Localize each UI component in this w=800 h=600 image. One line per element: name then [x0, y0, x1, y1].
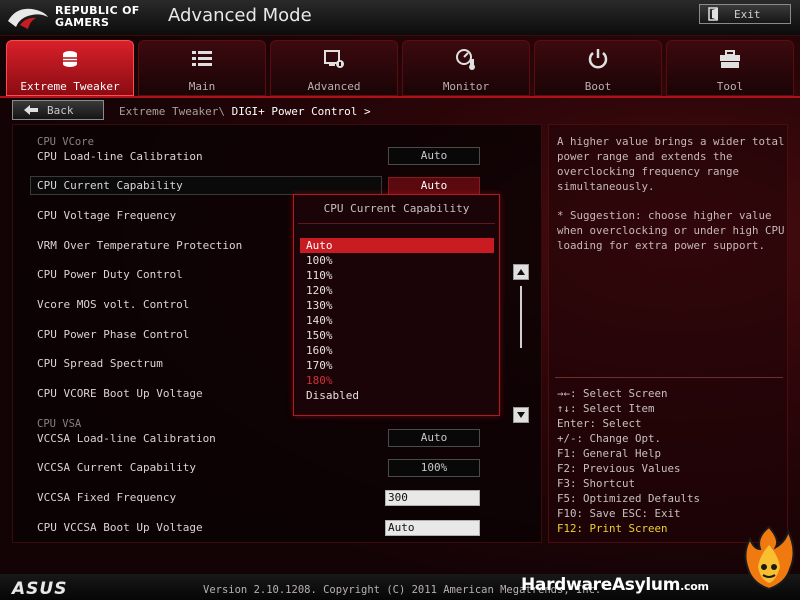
- popup-option[interactable]: 110%: [300, 268, 494, 283]
- key-legend: →←: Select Screen ↑↓: Select Item Enter:…: [557, 386, 700, 536]
- tab-advanced[interactable]: Advanced: [270, 40, 398, 96]
- key-hint: F1: General Help: [557, 447, 662, 460]
- help-line: overclocking frequency range: [557, 165, 740, 178]
- back-label: Back: [47, 104, 74, 117]
- tab-label: Monitor: [442, 80, 490, 93]
- breadcrumb-parent[interactable]: Extreme Tweaker\: [119, 105, 232, 118]
- popup-option[interactable]: 150%: [300, 328, 494, 343]
- help-line: simultaneously.: [557, 180, 655, 193]
- tab-main[interactable]: Main: [138, 40, 266, 96]
- popup-option[interactable]: 100%: [300, 253, 494, 268]
- setting-cpu-voltage-frequency[interactable]: CPU Voltage Frequency: [37, 209, 176, 222]
- mode-title: Advanced Mode: [168, 5, 312, 26]
- tab-label: Boot: [584, 80, 612, 93]
- tab-extreme-tweaker[interactable]: Extreme Tweaker: [6, 40, 134, 96]
- tab-underline: [0, 96, 800, 98]
- watermark: HardwareAsylum.com: [521, 575, 709, 595]
- setting-cpu-vcore-boot-up-voltage[interactable]: CPU VCORE Boot Up Voltage: [37, 387, 203, 400]
- tab-label: Tool: [716, 80, 744, 93]
- popup-option[interactable]: Auto: [300, 238, 494, 253]
- popup-divider: [298, 223, 495, 224]
- flame-mascot-icon: [744, 525, 795, 591]
- setting-vccsa-fixed-frequency[interactable]: VCCSA Fixed Frequency: [37, 491, 176, 504]
- popup-option[interactable]: 180%: [300, 373, 494, 388]
- popup-option[interactable]: 160%: [300, 343, 494, 358]
- key-hint: Enter: Select: [557, 417, 642, 430]
- popup-option[interactable]: 170%: [300, 358, 494, 373]
- popup-option[interactable]: 140%: [300, 313, 494, 328]
- help-line: power range and extends the: [557, 150, 733, 163]
- help-line: loading for extra power support.: [557, 239, 766, 252]
- group-label-vsa: CPU VSA: [37, 418, 82, 430]
- help-line: when overclocking or under high CPU: [557, 224, 785, 237]
- tab-tool[interactable]: Tool: [666, 40, 794, 96]
- popup-option[interactable]: Disabled: [300, 388, 494, 403]
- key-hint: ↑↓: Select Item: [557, 402, 655, 415]
- rog-logo-icon: [8, 8, 48, 29]
- key-hint: F3: Shortcut: [557, 477, 636, 490]
- watermark-suffix: .com: [680, 580, 709, 593]
- power-icon: [588, 49, 608, 69]
- back-button[interactable]: Back: [12, 100, 104, 120]
- brand-line2: GAMERS: [55, 16, 110, 29]
- key-hint: +/-: Change Opt.: [557, 432, 662, 445]
- key-hint: F5: Optimized Defaults: [557, 492, 701, 505]
- arrow-down-icon: [517, 412, 525, 418]
- setting-value[interactable]: 100%: [388, 459, 480, 477]
- tab-monitor[interactable]: Monitor: [402, 40, 530, 96]
- list-icon: [192, 51, 212, 66]
- cpu-vccsa-boot-up-voltage-input[interactable]: Auto: [385, 520, 480, 536]
- advanced-settings-icon: [324, 50, 344, 68]
- scrollbar-track[interactable]: [520, 286, 522, 348]
- breadcrumb: Extreme Tweaker\ DIGI+ Power Control >: [119, 105, 371, 118]
- key-hint: F2: Previous Values: [557, 462, 681, 475]
- setting-cpu-current-capability[interactable]: CPU Current Capability: [37, 179, 183, 192]
- toolbox-icon: [720, 50, 740, 68]
- arrow-up-icon: [517, 269, 525, 275]
- help-suggestion: * Suggestion: choose higher value when o…: [557, 208, 785, 253]
- watermark-main: HardwareAsylum: [521, 575, 681, 595]
- vccsa-fixed-frequency-input[interactable]: 300: [385, 490, 480, 506]
- monitor-icon: [456, 49, 475, 70]
- exit-label: Exit: [734, 8, 761, 21]
- extreme-tweaker-icon: [63, 51, 77, 67]
- setting-cpu-load-line-calibration[interactable]: CPU Load-line Calibration: [37, 150, 203, 163]
- help-line: * Suggestion: choose higher value: [557, 209, 772, 222]
- help-line: A higher value brings a wider total: [557, 135, 785, 148]
- back-arrow-icon: [24, 105, 38, 115]
- tab-label: Extreme Tweaker: [20, 80, 120, 93]
- key-hint: F10: Save ESC: Exit: [557, 507, 681, 520]
- asus-logo: ASUS: [12, 579, 68, 599]
- setting-vccsa-load-line-calibration[interactable]: VCCSA Load-line Calibration: [37, 432, 216, 445]
- tab-label: Main: [188, 80, 216, 93]
- help-description: A higher value brings a wider total powe…: [557, 134, 785, 194]
- brand-text: REPUBLIC OF GAMERS: [55, 5, 140, 29]
- setting-cpu-vccsa-boot-up-voltage[interactable]: CPU VCCSA Boot Up Voltage: [37, 521, 203, 534]
- setting-cpu-power-duty-control[interactable]: CPU Power Duty Control: [37, 268, 183, 281]
- setting-vcore-mos-volt-control[interactable]: Vcore MOS volt. Control: [37, 298, 189, 311]
- setting-vccsa-current-capability[interactable]: VCCSA Current Capability: [37, 461, 196, 474]
- popup-option[interactable]: 120%: [300, 283, 494, 298]
- tab-boot[interactable]: Boot: [534, 40, 662, 96]
- group-label-vcore: CPU VCore: [37, 136, 94, 148]
- key-hint: →←: Select Screen: [557, 387, 668, 400]
- scroll-up-button[interactable]: [513, 264, 529, 280]
- tab-label: Advanced: [307, 80, 361, 93]
- key-hint-print-screen: F12: Print Screen: [557, 522, 668, 535]
- setting-value[interactable]: Auto: [388, 147, 480, 165]
- setting-value-selected[interactable]: Auto: [388, 177, 480, 195]
- options-popup: CPU Current Capability Auto 100% 110% 12…: [293, 194, 500, 416]
- setting-vrm-over-temperature-protection[interactable]: VRM Over Temperature Protection: [37, 239, 242, 252]
- exit-icon: [708, 7, 718, 21]
- breadcrumb-current: DIGI+ Power Control >: [231, 105, 371, 118]
- exit-button[interactable]: Exit: [699, 4, 791, 24]
- popup-title: CPU Current Capability: [323, 202, 470, 215]
- popup-option[interactable]: 130%: [300, 298, 494, 313]
- help-divider: [555, 377, 783, 378]
- setting-cpu-power-phase-control[interactable]: CPU Power Phase Control: [37, 328, 189, 341]
- setting-value[interactable]: Auto: [388, 429, 480, 447]
- scroll-down-button[interactable]: [513, 407, 529, 423]
- setting-cpu-spread-spectrum[interactable]: CPU Spread Spectrum: [37, 357, 163, 370]
